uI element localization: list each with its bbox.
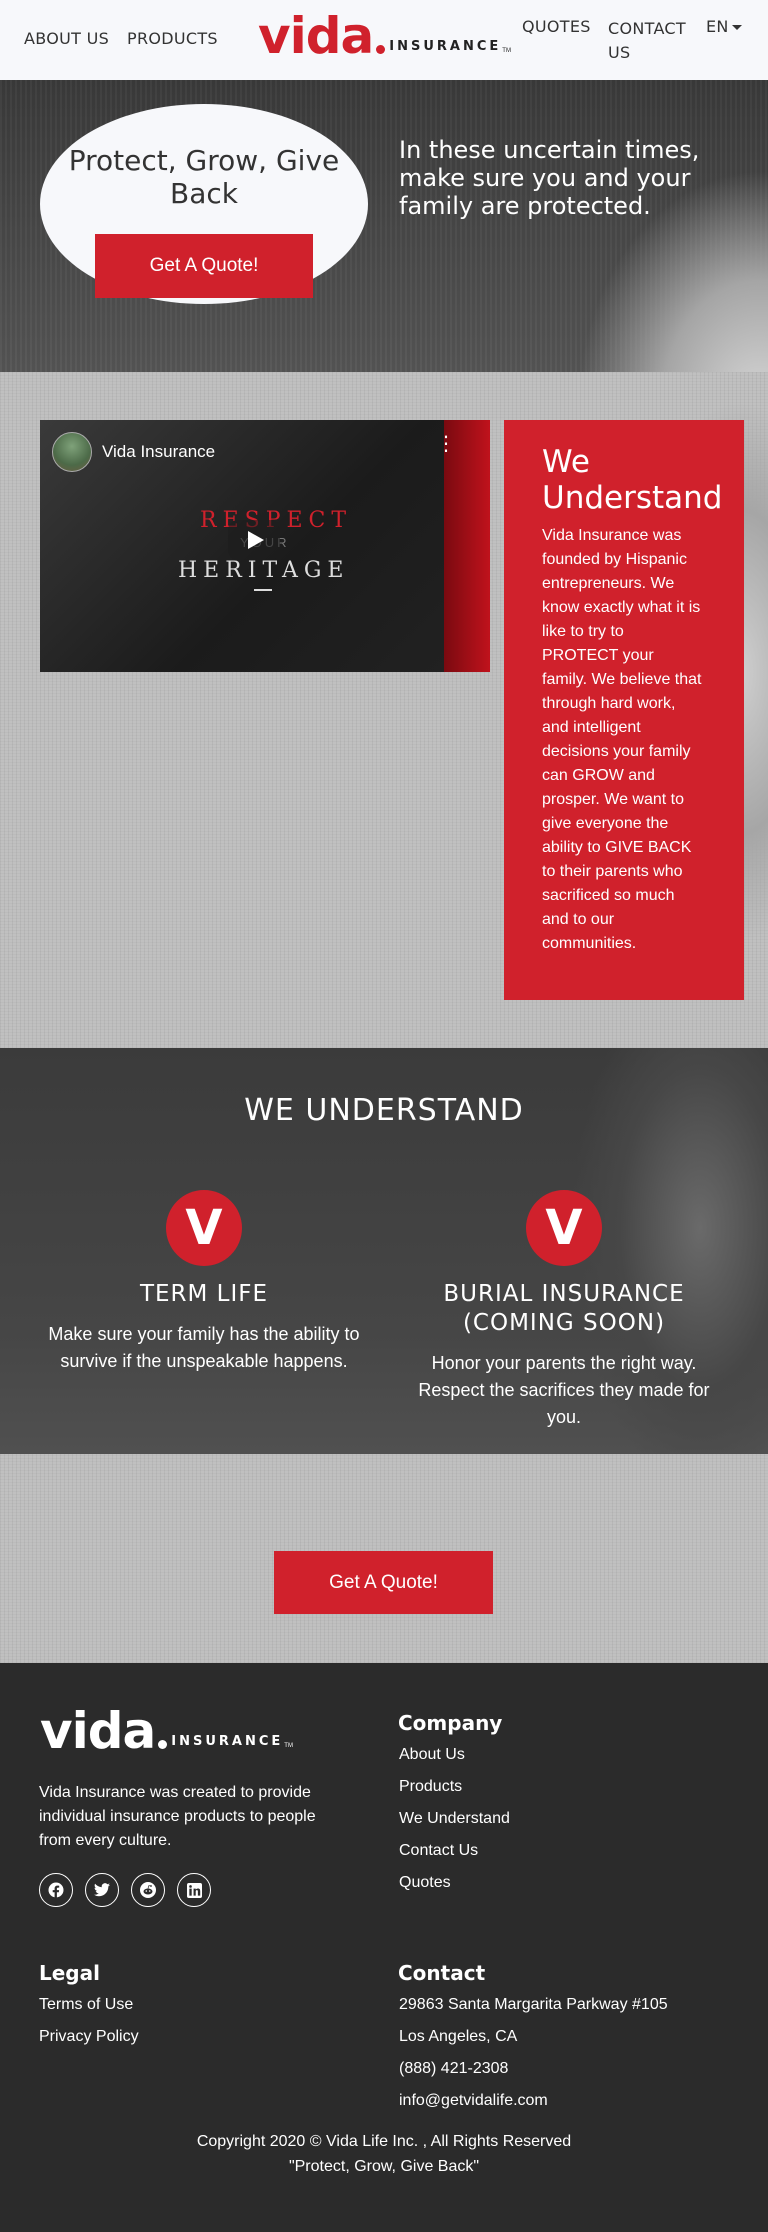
footer-link-products[interactable]: Products xyxy=(399,1771,510,1803)
card-text: Vida Insurance was founded by Hispanic e… xyxy=(542,527,702,952)
language-dropdown[interactable]: EN xyxy=(706,17,742,36)
social-links xyxy=(39,1873,211,1907)
logo-subtitle: INSURANCE xyxy=(389,39,502,54)
footer-link-privacy[interactable]: Privacy Policy xyxy=(39,2021,139,2053)
hero-title: Protect, Grow, Give Back xyxy=(68,144,340,210)
twitter-icon[interactable] xyxy=(85,1873,119,1907)
hero-oval: Protect, Grow, Give Back Get A Quote! xyxy=(40,104,368,304)
vida-v-icon: V xyxy=(166,1190,242,1266)
contact-address-line2: Los Angeles, CA xyxy=(399,2028,518,2045)
footer-legal-title: Legal xyxy=(39,1961,100,1985)
we-understand-card: We Understand Vida Insurance was founded… xyxy=(504,420,744,1000)
service-title: TERM LIFE xyxy=(139,1281,269,1307)
footer-logo[interactable]: vida INSURANCE TM xyxy=(40,1705,293,1757)
video-red-stripe xyxy=(444,420,490,672)
video-underline xyxy=(254,589,272,591)
hero-section: Protect, Grow, Give Back Get A Quote! In… xyxy=(0,80,768,372)
footer-company-title: Company xyxy=(398,1711,503,1735)
cta-section: Get A Quote! xyxy=(0,1454,768,1663)
logo-wordmark: vida xyxy=(258,7,374,65)
logo-wordmark: vida xyxy=(40,1702,156,1760)
service-description: Make sure your family has the ability to… xyxy=(48,1324,360,1371)
footer: vida INSURANCE TM Vida Insurance was cre… xyxy=(0,1663,768,2232)
logo-subtitle: INSURANCE xyxy=(171,1734,284,1749)
video-channel-name[interactable]: Vida Insurance xyxy=(102,442,215,462)
video-embed[interactable]: Vida Insurance ⋮ RESPECT YOUR HERITAGE xyxy=(40,420,490,672)
caret-down-icon xyxy=(731,25,742,30)
footer-link-terms[interactable]: Terms of Use xyxy=(39,1989,139,2021)
footer-slogan: "Protect, Grow, Give Back" xyxy=(288,2158,480,2175)
logo-dot xyxy=(158,1740,168,1749)
nav-contact-us[interactable]: CONTACT US xyxy=(608,17,698,65)
footer-copyright: Copyright 2020 © Vida Life Inc. , All Ri… xyxy=(0,2129,768,2179)
footer-link-contact-us[interactable]: Contact Us xyxy=(399,1835,510,1867)
get-quote-button[interactable]: Get A Quote! xyxy=(95,234,313,298)
service-burial-insurance: V BURIAL INSURANCE (COMING SOON) Honor y… xyxy=(394,1190,734,1431)
footer-contact-info: 29863 Santa Margarita Parkway #105 Los A… xyxy=(399,1989,668,2117)
contact-email[interactable]: info@getvidalife.com xyxy=(399,2085,668,2117)
language-label: EN xyxy=(706,17,729,36)
nav-products[interactable]: PRODUCTS xyxy=(127,29,218,48)
more-vertical-icon[interactable]: ⋮ xyxy=(436,434,456,454)
linkedin-icon[interactable] xyxy=(177,1873,211,1907)
footer-link-we-understand[interactable]: We Understand xyxy=(399,1803,510,1835)
nav-quotes[interactable]: QUOTES xyxy=(522,17,591,36)
logo-trademark: TM xyxy=(284,1743,293,1749)
video-text-heritage: HERITAGE xyxy=(178,558,350,583)
services-section: WE UNDERSTAND V TERM LIFE Make sure your… xyxy=(0,1048,768,1454)
services-title: WE UNDERSTAND xyxy=(244,1093,524,1128)
footer-link-about-us[interactable]: About Us xyxy=(399,1739,510,1771)
top-navbar: ABOUT US PRODUCTS vida INSURANCE TM QUOT… xyxy=(0,0,768,80)
footer-contact-title: Contact xyxy=(398,1961,486,1985)
contact-phone[interactable]: (888) 421-2308 xyxy=(399,2053,668,2085)
footer-about-text: Vida Insurance was created to provide in… xyxy=(39,1784,316,1849)
about-section: Vida Insurance ⋮ RESPECT YOUR HERITAGE W… xyxy=(0,372,768,1048)
copyright-text: Copyright 2020 © Vida Life Inc. , All Ri… xyxy=(196,2133,572,2150)
contact-address-line1: 29863 Santa Margarita Parkway #105 xyxy=(399,1996,668,2013)
footer-link-quotes[interactable]: Quotes xyxy=(399,1867,510,1899)
vida-v-icon: V xyxy=(526,1190,602,1266)
facebook-icon[interactable] xyxy=(39,1873,73,1907)
channel-avatar[interactable] xyxy=(52,432,92,472)
get-quote-button[interactable]: Get A Quote! xyxy=(274,1551,493,1614)
play-icon[interactable] xyxy=(228,520,280,560)
footer-legal-links: Terms of Use Privacy Policy xyxy=(39,1989,139,2053)
footer-company-links: About Us Products We Understand Contact … xyxy=(399,1739,510,1899)
hero-tagline: In these uncertain times, make sure you … xyxy=(399,136,700,220)
card-title: We Understand xyxy=(542,444,723,516)
logo-dot xyxy=(376,45,386,54)
reddit-icon[interactable] xyxy=(131,1873,165,1907)
service-term-life: V TERM LIFE Make sure your family has th… xyxy=(34,1190,374,1375)
logo-trademark: TM xyxy=(502,48,511,54)
service-description: Honor your parents the right way. Respec… xyxy=(418,1353,710,1427)
video-header: Vida Insurance xyxy=(52,432,215,472)
brand-logo[interactable]: vida INSURANCE TM xyxy=(258,10,511,62)
nav-about-us[interactable]: ABOUT US xyxy=(24,29,109,48)
service-title: BURIAL INSURANCE (COMING SOON) xyxy=(443,1281,685,1336)
